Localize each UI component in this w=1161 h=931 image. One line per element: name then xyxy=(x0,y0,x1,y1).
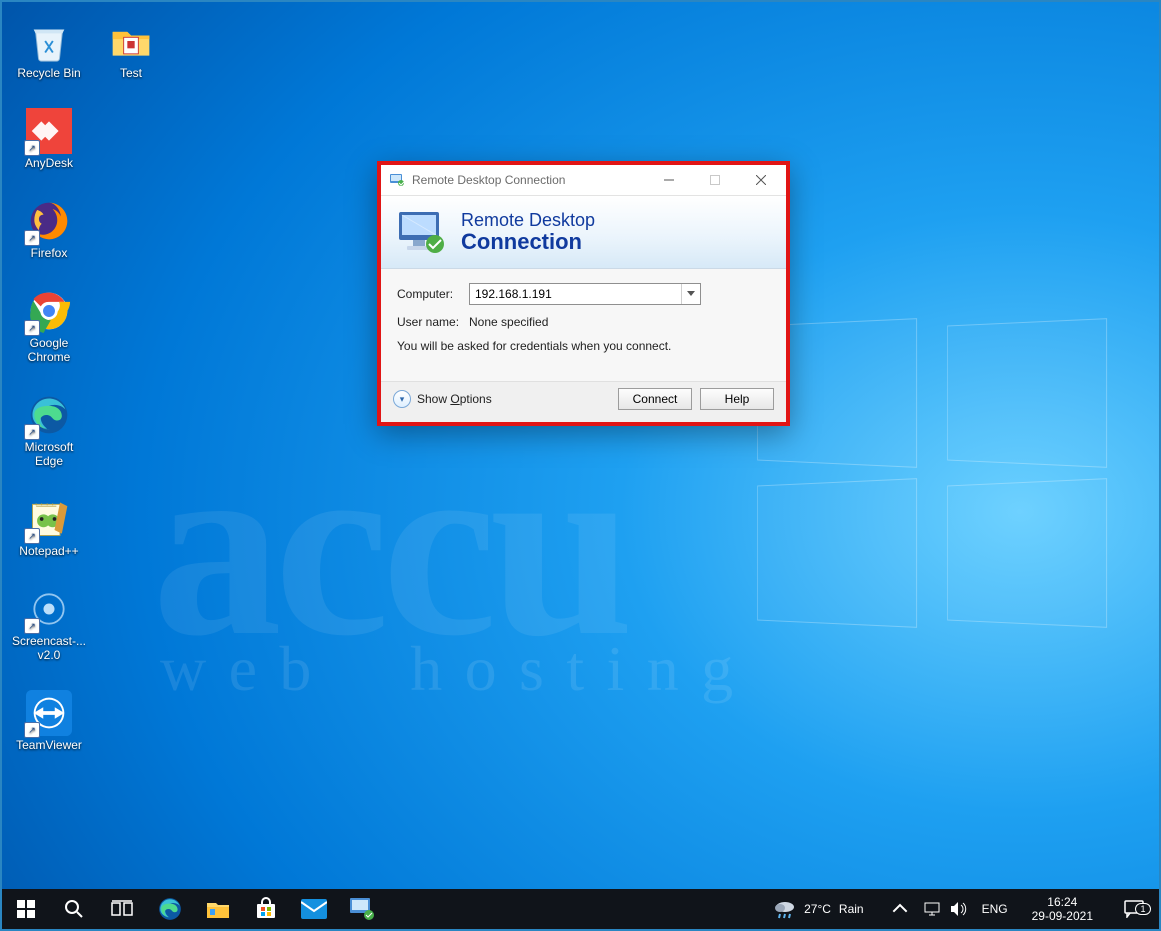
search-button[interactable] xyxy=(50,889,98,929)
taskbar-app-mail[interactable] xyxy=(290,889,338,929)
banner-line2: Connection xyxy=(461,230,595,253)
close-button[interactable] xyxy=(738,165,784,195)
username-label: User name: xyxy=(397,315,469,329)
taskbar-app-store[interactable] xyxy=(242,889,290,929)
chevron-up-icon xyxy=(892,901,908,917)
connect-button[interactable]: Connect xyxy=(618,388,692,410)
desktop-icon-anydesk[interactable]: ↗ AnyDesk xyxy=(10,108,88,171)
system-tray: 27°C Rain ENG 16:24 29-09-2021 1 xyxy=(752,889,1159,929)
monitor-icon xyxy=(924,901,940,917)
computer-dropdown-button[interactable] xyxy=(681,284,700,304)
weather-widget[interactable]: 27°C Rain xyxy=(762,899,876,919)
tray-overflow-button[interactable] xyxy=(886,901,914,917)
desktop-icon-recycle-bin[interactable]: Recycle Bin xyxy=(10,18,88,81)
firefox-icon: ↗ xyxy=(26,198,72,244)
file-explorer-icon xyxy=(206,898,230,920)
action-center-button[interactable]: 1 xyxy=(1113,900,1155,918)
taskbar-app-explorer[interactable] xyxy=(194,889,242,929)
clock-date: 29-09-2021 xyxy=(1032,909,1093,923)
tray-volume-icon[interactable] xyxy=(950,901,968,917)
windows-start-icon xyxy=(17,900,35,918)
taskbar: 27°C Rain ENG 16:24 29-09-2021 1 xyxy=(2,889,1159,929)
mail-icon xyxy=(301,899,327,919)
dialog-banner: Remote Desktop Connection xyxy=(381,196,786,269)
edge-icon: ↗ xyxy=(26,392,72,438)
microsoft-store-icon xyxy=(254,897,278,921)
desktop[interactable]: accu web hosting Recycle Bin Test ↗ AnyD… xyxy=(0,0,1161,931)
rdc-banner-icon xyxy=(395,208,449,256)
notepadpp-icon: ↗ xyxy=(26,496,72,542)
computer-combobox[interactable] xyxy=(469,283,701,305)
search-icon xyxy=(64,899,84,919)
teamviewer-icon: ↗ xyxy=(26,690,72,736)
notification-count: 1 xyxy=(1135,903,1151,915)
chevron-down-icon xyxy=(687,291,695,297)
weather-rain-icon xyxy=(774,899,796,919)
tray-clock[interactable]: 16:24 29-09-2021 xyxy=(1022,895,1103,924)
shortcut-arrow-icon: ↗ xyxy=(24,424,40,440)
shortcut-arrow-icon: ↗ xyxy=(24,140,40,156)
maximize-button xyxy=(692,165,738,195)
windows-logo-watermark xyxy=(747,322,1127,642)
tray-monitor-icon[interactable] xyxy=(924,901,940,917)
dialog-titlebar[interactable]: Remote Desktop Connection xyxy=(381,165,786,196)
weather-cond: Rain xyxy=(839,902,864,916)
username-value: None specified xyxy=(469,315,548,329)
computer-label: Computer: xyxy=(397,287,469,301)
taskbar-app-rdc[interactable] xyxy=(338,889,386,929)
clock-time: 16:24 xyxy=(1032,895,1093,909)
show-options-label: Show Options xyxy=(417,392,492,406)
remote-desktop-dialog: Remote Desktop Connection Remote Desktop… xyxy=(377,161,790,426)
anydesk-icon: ↗ xyxy=(26,108,72,154)
task-view-button[interactable] xyxy=(98,889,146,929)
shortcut-arrow-icon: ↗ xyxy=(24,722,40,738)
task-view-icon xyxy=(111,900,133,918)
weather-temp: 27°C xyxy=(804,902,831,916)
chevron-down-circle-icon: ▾ xyxy=(393,390,411,408)
shortcut-arrow-icon: ↗ xyxy=(24,618,40,634)
edge-icon xyxy=(157,896,183,922)
screencast-icon: ↗ xyxy=(26,586,72,632)
recycle-bin-icon xyxy=(26,18,72,64)
minimize-button[interactable] xyxy=(646,165,692,195)
label: Recycle Bin xyxy=(17,67,80,81)
computer-input[interactable] xyxy=(470,284,681,304)
label: Screencast-... v2.0 xyxy=(10,635,88,663)
show-options-toggle[interactable]: ▾ Show Options xyxy=(393,390,492,408)
label: Firefox xyxy=(31,247,68,261)
shortcut-arrow-icon: ↗ xyxy=(24,528,40,544)
label: TeamViewer xyxy=(16,739,82,753)
desktop-icon-notepadpp[interactable]: ↗ Notepad++ xyxy=(10,496,88,559)
label: Google Chrome xyxy=(10,337,88,365)
shortcut-arrow-icon: ↗ xyxy=(24,320,40,336)
rdc-titlebar-icon xyxy=(389,172,405,188)
desktop-icon-microsoft-edge[interactable]: ↗ Microsoft Edge xyxy=(10,392,88,469)
banner-line1: Remote Desktop xyxy=(461,211,595,230)
chrome-icon: ↗ xyxy=(26,288,72,334)
watermark-accu: accu xyxy=(152,397,626,696)
desktop-icon-google-chrome[interactable]: ↗ Google Chrome xyxy=(10,288,88,365)
label: AnyDesk xyxy=(25,157,73,171)
rdc-icon xyxy=(349,897,375,921)
label: Notepad++ xyxy=(19,545,78,559)
credentials-hint: You will be asked for credentials when y… xyxy=(397,339,770,353)
dialog-title: Remote Desktop Connection xyxy=(412,173,565,187)
desktop-icon-teamviewer[interactable]: ↗ TeamViewer xyxy=(10,690,88,753)
desktop-icon-screencast[interactable]: ↗ Screencast-... v2.0 xyxy=(10,586,88,663)
start-button[interactable] xyxy=(2,889,50,929)
label: Test xyxy=(120,67,142,81)
folder-icon xyxy=(108,18,154,64)
label: Microsoft Edge xyxy=(10,441,88,469)
desktop-icon-test-folder[interactable]: Test xyxy=(92,18,170,81)
tray-language[interactable]: ENG xyxy=(978,902,1012,916)
watermark-sub: web hosting xyxy=(160,632,756,706)
shortcut-arrow-icon: ↗ xyxy=(24,230,40,246)
taskbar-app-edge[interactable] xyxy=(146,889,194,929)
help-button[interactable]: Help xyxy=(700,388,774,410)
desktop-icon-firefox[interactable]: ↗ Firefox xyxy=(10,198,88,261)
volume-icon xyxy=(950,901,968,917)
